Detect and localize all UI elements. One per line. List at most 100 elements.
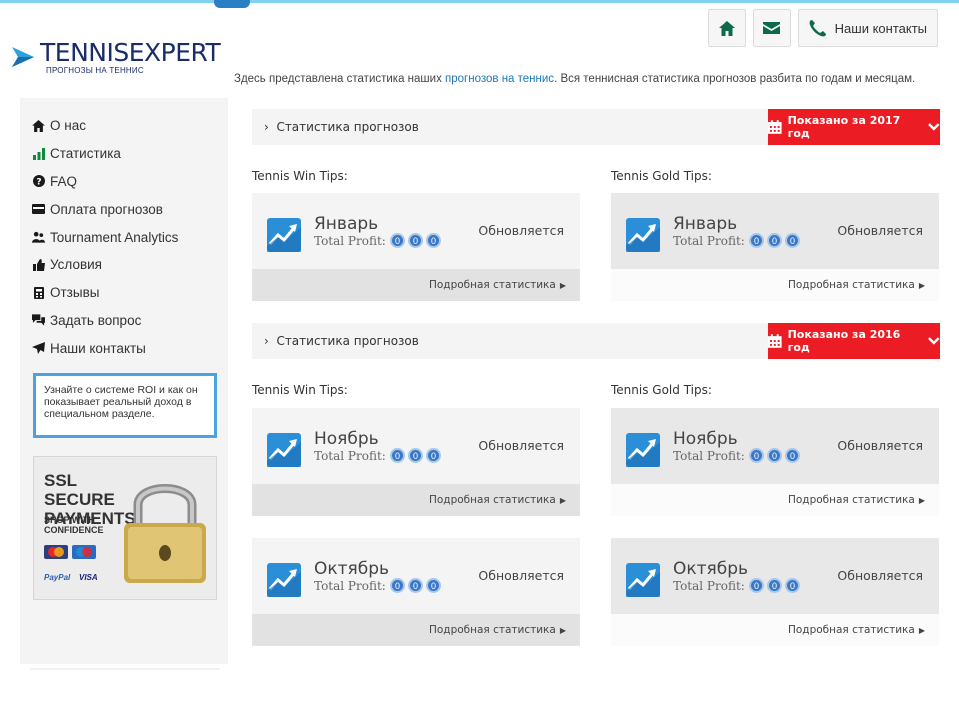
total-profit-label: Total Profit: xyxy=(314,234,386,248)
sidebar-item-statistics[interactable]: Статистика xyxy=(32,140,178,168)
trend-up-icon xyxy=(626,433,660,467)
stats-card-november-gold: Ноябрь Total Profit: 0 0 0 Обновляется П… xyxy=(611,408,939,516)
caret-right-icon: ▶ xyxy=(559,495,566,505)
header-toolbar: Наши контакты xyxy=(707,9,938,47)
card-status: Обновляется xyxy=(478,438,564,453)
sidebar-item-label: О нас xyxy=(50,118,86,134)
mail-button[interactable] xyxy=(752,9,791,47)
send-icon xyxy=(32,342,45,355)
intro-link[interactable]: прогнозов на теннис xyxy=(445,73,554,85)
profit-dots: 0 0 0 xyxy=(749,448,800,463)
sidebar-nav: О нас Статистика ? FAQ Оплата прогнозов … xyxy=(32,112,178,362)
roi-info-box[interactable]: Узнайте о системе ROI и как он показывае… xyxy=(33,373,217,438)
home-button[interactable] xyxy=(707,9,746,47)
caret-right-icon: ▶ xyxy=(559,625,566,635)
profit-dot: 0 xyxy=(785,233,800,248)
gold-tips-heading: Tennis Gold Tips: xyxy=(611,383,712,397)
detailed-stats-link[interactable]: Подробная статистика ▶ xyxy=(611,614,939,646)
contacts-button[interactable]: Наши контакты xyxy=(797,9,938,47)
profit-dot: 0 xyxy=(390,448,405,463)
section-title-text: Статистика прогнозов xyxy=(276,334,419,348)
card-month: Январь xyxy=(314,214,379,234)
sidebar-item-tournament-analytics[interactable]: Tournament Analytics xyxy=(32,223,178,251)
mastercard-icon xyxy=(44,545,68,559)
detailed-stats-link[interactable]: Подробная статистика ▶ xyxy=(611,484,939,516)
card-status: Обновляется xyxy=(478,568,564,583)
stats-section-bar-2017[interactable]: › Статистика прогнозов Показано за 2017 … xyxy=(252,109,940,145)
stats-card-november-win: Ноябрь Total Profit: 0 0 0 Обновляется П… xyxy=(252,408,580,516)
card-month: Январь xyxy=(673,214,738,234)
profit-dots: 0 0 0 xyxy=(390,448,441,463)
profit-dot: 0 xyxy=(749,578,764,593)
ssl-subtitle: SHOP WITH CONFIDENCE xyxy=(44,515,104,535)
total-profit-label: Total Profit: xyxy=(673,234,745,248)
profit-dot: 0 xyxy=(749,233,764,248)
card-status: Обновляется xyxy=(837,223,923,238)
detailed-stats-label: Подробная статистика xyxy=(787,494,915,506)
profit-dot: 0 xyxy=(767,233,782,248)
card-status: Обновляется xyxy=(837,438,923,453)
sidebar-item-label: Задать вопрос xyxy=(50,312,142,328)
intro-before: Здесь представлена статистика наших xyxy=(234,73,446,85)
card-month: Октябрь xyxy=(673,559,749,579)
sidebar-item-label: Оплата прогнозов xyxy=(50,201,163,217)
detailed-stats-link[interactable]: Подробная статистика ▶ xyxy=(252,614,580,646)
detailed-stats-label: Подробная статистика xyxy=(787,624,915,636)
detailed-stats-label: Подробная статистика xyxy=(787,279,915,291)
profit-dot: 0 xyxy=(426,578,441,593)
win-tips-heading: Tennis Win Tips: xyxy=(252,383,348,397)
stats-section-bar-2016[interactable]: › Статистика прогнозов Показано за 2016 … xyxy=(252,323,940,359)
profit-dot: 0 xyxy=(408,578,423,593)
sidebar-item-label: Отзывы xyxy=(50,285,100,301)
stats-card-january-win: Январь Total Profit: 0 0 0 Обновляется П… xyxy=(252,193,580,301)
sidebar-item-label: FAQ xyxy=(50,173,78,189)
sidebar-item-label: Tournament Analytics xyxy=(50,229,179,245)
detailed-stats-link[interactable]: Подробная статистика ▶ xyxy=(252,269,580,301)
svg-text:?: ? xyxy=(36,178,41,188)
sidebar-item-about[interactable]: О нас xyxy=(32,112,178,140)
profit-dot: 0 xyxy=(767,448,782,463)
profit-dot: 0 xyxy=(426,448,441,463)
detailed-stats-link[interactable]: Подробная статистика ▶ xyxy=(252,484,580,516)
logo-wordmark: TENNISEXPERT xyxy=(40,38,221,67)
total-profit-label: Total Profit: xyxy=(314,449,386,463)
sidebar-item-label: Статистика xyxy=(50,146,121,162)
contacts-label: Наши контакты xyxy=(834,20,927,36)
profit-dots: 0 0 0 xyxy=(390,233,441,248)
maestro-icon xyxy=(72,545,96,559)
profit-dot: 0 xyxy=(749,448,764,463)
bar-chart-icon xyxy=(32,147,45,160)
caret-right-icon: ▶ xyxy=(918,495,925,505)
caret-right-icon: ▶ xyxy=(918,280,925,290)
sidebar-item-faq[interactable]: ? FAQ xyxy=(32,168,178,196)
year-filter-button[interactable]: Показано за 2017 год xyxy=(768,109,940,145)
users-icon xyxy=(32,231,45,244)
sidebar-item-label: Условия xyxy=(50,257,102,273)
ssl-secure-badge: SSL SECURE PAYMENTS SHOP WITH CONFIDENCE… xyxy=(33,456,217,600)
detailed-stats-link[interactable]: Подробная статистика ▶ xyxy=(611,269,939,301)
sidebar-item-terms[interactable]: Условия xyxy=(32,251,178,279)
gold-tips-heading: Tennis Gold Tips: xyxy=(611,169,712,183)
comments-icon xyxy=(32,314,45,327)
thumbs-up-icon xyxy=(32,258,45,271)
sidebar-item-contacts[interactable]: Наши контакты xyxy=(32,334,178,362)
card-month: Ноябрь xyxy=(673,429,738,449)
intro-after: . Вся теннисная статистика прогнозов раз… xyxy=(554,73,916,85)
visa-label: VISA xyxy=(79,573,98,582)
profit-dot: 0 xyxy=(785,578,800,593)
section-title: › Статистика прогнозов xyxy=(264,334,419,348)
intro-text: Здесь представлена статистика наших прог… xyxy=(234,73,915,85)
trend-up-icon xyxy=(626,563,660,597)
sidebar-item-reviews[interactable]: Отзывы xyxy=(32,279,178,307)
profit-dots: 0 0 0 xyxy=(749,233,800,248)
roi-text: Узнайте о системе ROI и как он показывае… xyxy=(44,384,198,420)
site-logo[interactable]: TENNISEXPERT ПРОГНОЗЫ НА ТЕННИС xyxy=(10,38,221,80)
year-filter-button[interactable]: Показано за 2016 год xyxy=(768,323,940,359)
home-icon xyxy=(32,119,45,132)
trend-up-icon xyxy=(267,563,301,597)
profit-dot: 0 xyxy=(390,233,405,248)
detailed-stats-label: Подробная статистика xyxy=(428,279,556,291)
chevron-down-icon xyxy=(928,123,940,131)
sidebar-item-payment[interactable]: Оплата прогнозов xyxy=(32,195,178,223)
sidebar-item-ask-question[interactable]: Задать вопрос xyxy=(32,307,178,335)
